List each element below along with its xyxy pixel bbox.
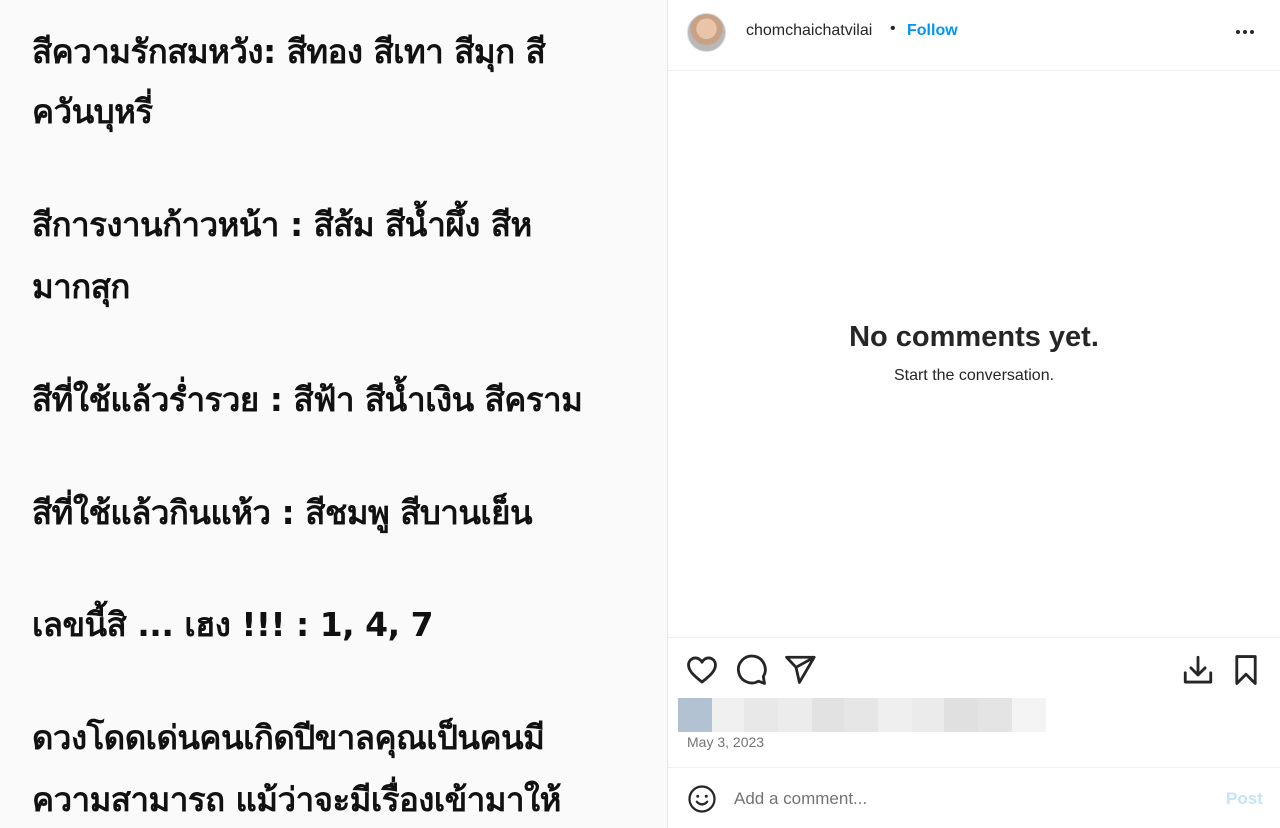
empty-comments-title: No comments yet. (849, 321, 1099, 353)
post-text-line: สีที่ใช้แล้วร่ำรวย : สีฟ้า สีน้ำเงิน สีค… (32, 380, 583, 419)
post-image: สีความรักสมหวัง: สีทอง สีเทา สีมุก สี คว… (0, 0, 667, 828)
post-text-line: เลขนี้สิ ... เฮง !!! : 1, 4, 7 (32, 605, 434, 644)
post-date: May 3, 2023 (687, 734, 765, 750)
comments-list: No comments yet. Start the conversation. (668, 71, 1280, 637)
comment-bar: Post (668, 767, 1280, 828)
username-link[interactable]: chomchaichatvilai (746, 22, 872, 40)
comment-bubble-icon[interactable] (734, 653, 768, 687)
likes-count-blurred (678, 698, 1046, 732)
follow-button[interactable]: Follow (907, 22, 958, 40)
post-header: chomchaichatvilai • Follow (668, 0, 1280, 71)
bookmark-icon[interactable] (1229, 653, 1263, 687)
download-icon[interactable] (1181, 653, 1215, 687)
emoji-icon[interactable] (687, 784, 717, 814)
more-options-icon[interactable] (1231, 18, 1259, 46)
post-text-line: สีที่ใช้แล้วกินแห้ว : สีชมพู สีบานเย็น (32, 493, 533, 532)
post-actions: May 3, 2023 (668, 637, 1280, 767)
post-text-line: ความสามารถ แม้ว่าจะมีเรื่องเข้ามาให้ (32, 780, 561, 819)
empty-comments-subtitle: Start the conversation. (893, 367, 1055, 384)
like-heart-icon[interactable] (685, 653, 719, 687)
share-send-icon[interactable] (783, 653, 817, 687)
post-text-line: มากสุก (32, 267, 130, 306)
post-comment-button[interactable]: Post (1226, 789, 1263, 809)
comment-input[interactable] (734, 786, 1194, 812)
post-side-panel: chomchaichatvilai • Follow No comments y… (668, 0, 1280, 828)
post-text-line: ควันบุหรี่ (32, 92, 153, 131)
separator-dot: • (890, 20, 896, 37)
post-text-line: สีการงานก้าวหน้า : สีส้ม สีน้ำผึ้ง สีห (32, 205, 532, 244)
avatar[interactable] (687, 13, 726, 52)
post-text-line: สีความรักสมหวัง: สีทอง สีเทา สีมุก สี (32, 32, 546, 71)
post-text-line: ดวงโดดเด่นคนเกิดปีขาลคุณเป็นคนมี (32, 718, 545, 757)
